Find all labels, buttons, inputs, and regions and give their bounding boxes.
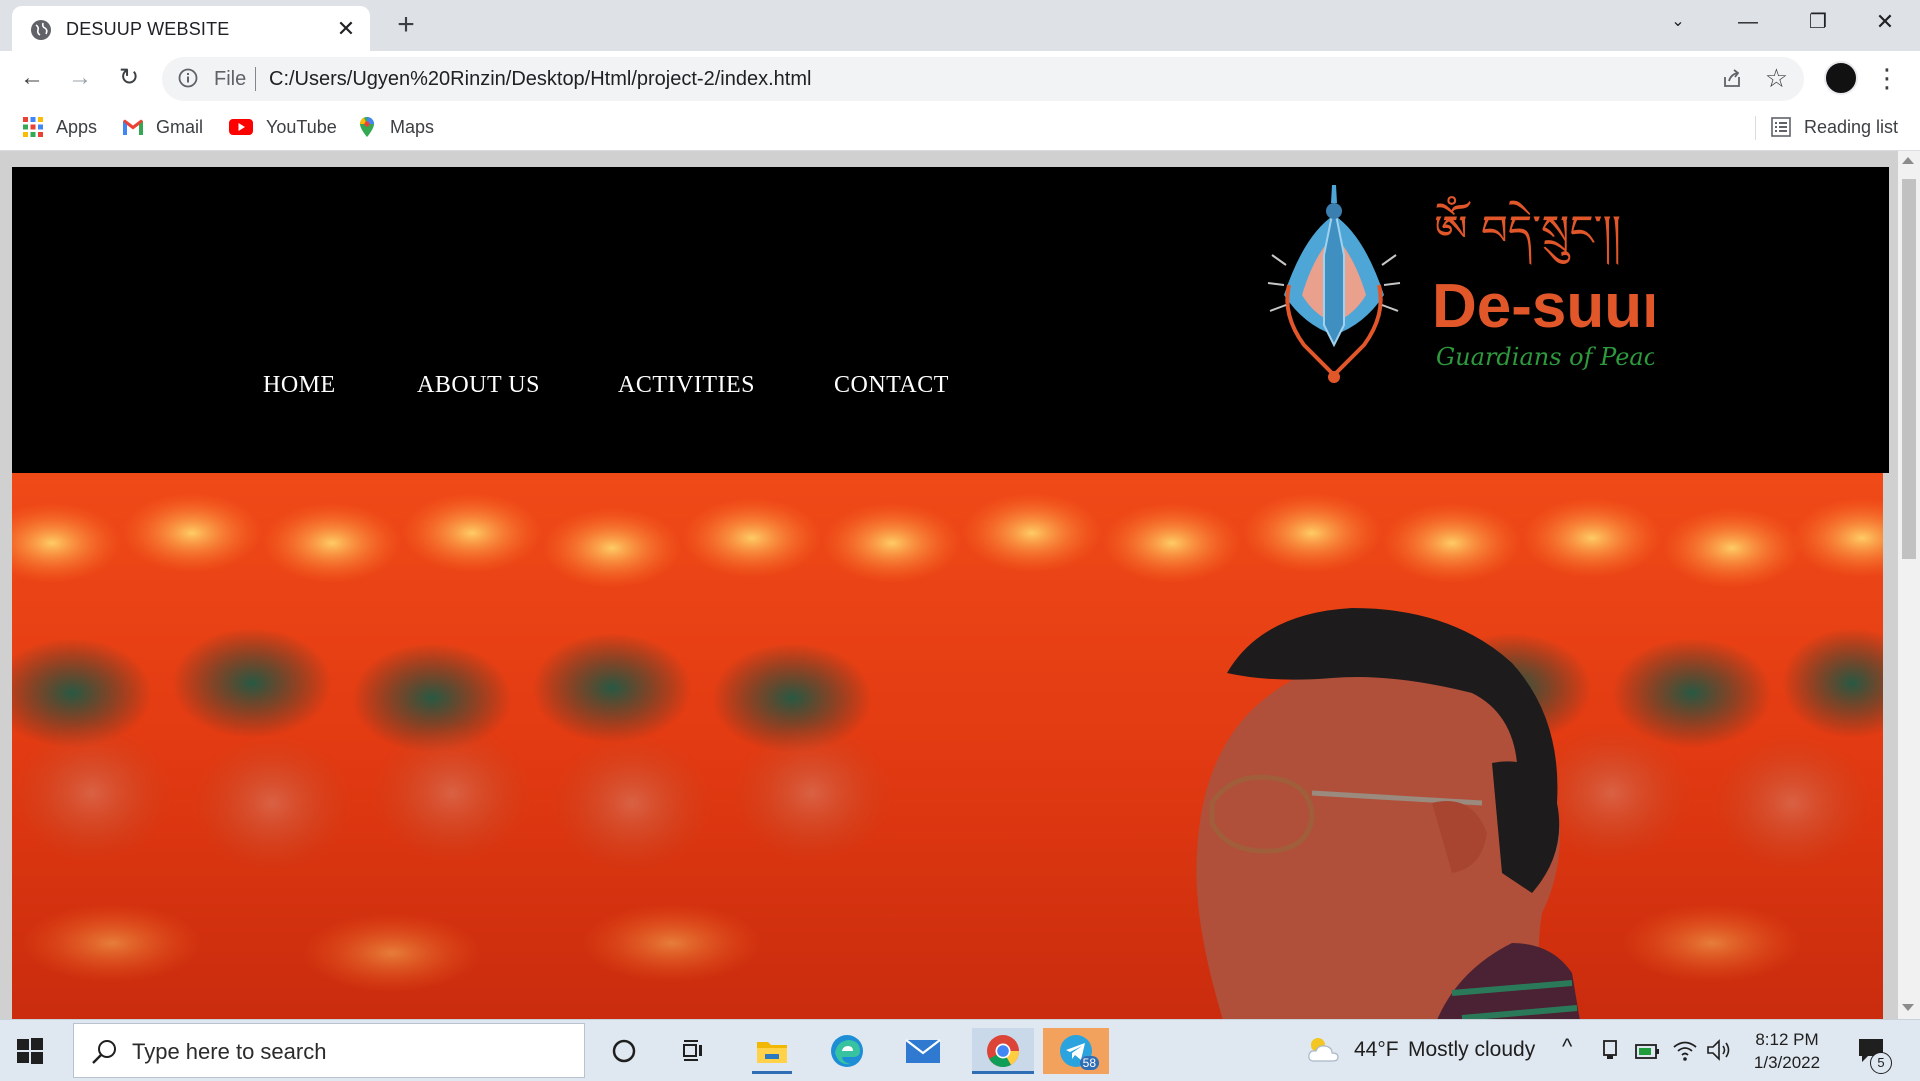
clock-time: 8:12 PM: [1755, 1030, 1819, 1049]
new-tab-button[interactable]: +: [391, 10, 421, 40]
forward-icon[interactable]: →: [64, 62, 96, 94]
file-explorer-icon[interactable]: [748, 1028, 796, 1074]
taskbar: Type here to search 58 44°F Mostly cloud…: [0, 1019, 1920, 1081]
reload-icon[interactable]: ↻: [113, 62, 145, 94]
youtube-icon: [229, 119, 253, 135]
restore-button[interactable]: ❐: [1783, 0, 1853, 44]
notification-count: 5: [1870, 1052, 1892, 1074]
battery-icon[interactable]: [1635, 1040, 1661, 1062]
webpage: HOME ABOUT US ACTIVITIES CONTACT ༀ བདེ་ས…: [12, 167, 1889, 1019]
emblem-icon: [1267, 185, 1401, 383]
active-tab[interactable]: DESUUP WEBSITE ✕: [12, 6, 370, 51]
logo-name: De-suung: [1432, 272, 1654, 341]
telegram-icon[interactable]: 58: [1043, 1028, 1109, 1074]
bookmarks-divider: [1755, 116, 1756, 140]
chrome-icon[interactable]: [972, 1028, 1034, 1074]
scroll-down-arrow[interactable]: [1902, 1004, 1914, 1011]
vertical-scrollbar[interactable]: [1898, 151, 1920, 1019]
hero-photo: [12, 473, 1883, 1019]
bookmark-maps[interactable]: Maps: [356, 114, 434, 140]
bookmarks-bar: Apps Gmail YouTube Maps Reading list: [0, 106, 1920, 151]
cortana-icon[interactable]: [600, 1028, 648, 1074]
search-placeholder: Type here to search: [132, 1039, 327, 1064]
bookmark-youtube[interactable]: YouTube: [228, 114, 337, 140]
clock-date: 1/3/2022: [1753, 1053, 1821, 1072]
scroll-up-arrow[interactable]: [1902, 157, 1914, 164]
nav-contact[interactable]: CONTACT: [834, 372, 949, 399]
chevron-up-icon[interactable]: ^: [1562, 1034, 1572, 1060]
reading-list-icon: [1771, 117, 1791, 137]
page-viewport: HOME ABOUT US ACTIVITIES CONTACT ༀ བདེ་ས…: [0, 151, 1920, 1019]
tab-title: DESUUP WEBSITE: [66, 19, 230, 39]
address-scheme-label: File: [214, 68, 247, 90]
logo-tagline: Guardians of Peace: [1436, 343, 1654, 371]
nav-about-us[interactable]: ABOUT US: [417, 372, 540, 399]
edge-icon[interactable]: [823, 1028, 871, 1074]
logo-script-text: ༀ བདེ་སྲུང་།།: [1434, 196, 1621, 265]
taskbar-search-input[interactable]: Type here to search: [73, 1023, 585, 1078]
clock[interactable]: 8:12 PM 1/3/2022: [1732, 1028, 1842, 1074]
reading-list-label: Reading list: [1804, 116, 1899, 137]
tab-strip: DESUUP WEBSITE ✕ + ⌄ — ❐ ✕: [0, 0, 1920, 51]
address-bar[interactable]: File C:/Users/Ugyen%20Rinzin/Desktop/Htm…: [162, 57, 1804, 101]
site-header: HOME ABOUT US ACTIVITIES CONTACT ༀ བདེ་ས…: [12, 167, 1889, 473]
browser-toolbar: ← → ↻ File C:/Users/Ugyen%20Rinzin/Deskt…: [0, 51, 1920, 106]
volume-icon[interactable]: [1706, 1038, 1732, 1062]
weather-temp[interactable]: 44°F: [1354, 1038, 1399, 1062]
address-divider: [255, 67, 256, 91]
gmail-icon: [123, 119, 143, 135]
hero-image: [12, 473, 1883, 1019]
mail-icon[interactable]: [899, 1028, 947, 1074]
running-indicator: [972, 1071, 1034, 1074]
bookmark-label: Apps: [56, 116, 98, 137]
scroll-thumb[interactable]: [1902, 179, 1916, 559]
minimize-button[interactable]: —: [1713, 0, 1783, 44]
running-indicator: [752, 1071, 792, 1074]
star-icon[interactable]: ☆: [1765, 64, 1788, 92]
nav-home[interactable]: HOME: [263, 372, 336, 399]
desuung-logo: ༀ བདེ་སྲུང་།། De-suung Guardians of Peac…: [1267, 185, 1654, 383]
weather-description[interactable]: Mostly cloudy: [1408, 1038, 1535, 1062]
share-icon[interactable]: [1720, 67, 1744, 91]
bookmark-apps[interactable]: Apps: [22, 114, 97, 140]
bookmark-label: YouTube: [266, 116, 337, 137]
tab-search-icon[interactable]: ⌄: [1643, 0, 1713, 44]
info-icon[interactable]: [178, 68, 198, 88]
usb-device-icon[interactable]: [1600, 1039, 1620, 1061]
close-window-button[interactable]: ✕: [1850, 0, 1920, 44]
menu-icon[interactable]: ⋮: [1874, 61, 1900, 95]
bookmark-label: Maps: [390, 116, 435, 137]
task-view-icon[interactable]: [672, 1028, 720, 1074]
search-icon: [92, 1040, 116, 1064]
globe-icon: [31, 20, 51, 40]
apps-icon: [23, 117, 43, 137]
wifi-icon[interactable]: [1672, 1038, 1698, 1062]
telegram-badge: 58: [1079, 1056, 1099, 1070]
weather-icon[interactable]: [1306, 1035, 1342, 1065]
bookmark-label: Gmail: [156, 116, 204, 137]
avatar[interactable]: [1824, 61, 1858, 95]
back-icon[interactable]: ←: [16, 62, 48, 94]
bookmark-gmail[interactable]: Gmail: [122, 114, 203, 140]
maps-icon: [360, 117, 374, 137]
url-text[interactable]: C:/Users/Ugyen%20Rinzin/Desktop/Html/pro…: [269, 68, 811, 91]
nav-activities[interactable]: ACTIVITIES: [618, 372, 755, 399]
windows-icon[interactable]: [16, 1037, 44, 1065]
close-icon[interactable]: ✕: [334, 17, 358, 41]
reading-list-button[interactable]: Reading list: [1770, 114, 1898, 140]
